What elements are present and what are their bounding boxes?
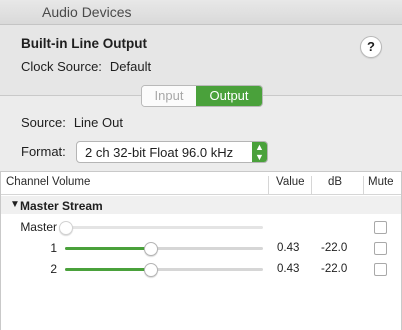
clock-source-label: Clock Source: — [21, 59, 102, 74]
volume-slider[interactable] — [65, 242, 263, 256]
table-row: Master — [1, 217, 401, 237]
channel-db: -22.0 — [321, 242, 348, 254]
table-header: Channel Volume Value dB Mute — [1, 172, 401, 195]
help-button[interactable]: ? — [360, 36, 382, 58]
mute-checkbox[interactable] — [374, 263, 387, 276]
group-label: Master Stream — [20, 199, 103, 213]
source-row: Source: Line Out — [21, 115, 131, 130]
channel-db: -22.0 — [321, 263, 348, 275]
column-header-channel-volume[interactable]: Channel Volume — [6, 176, 90, 188]
group-row-master-stream[interactable]: ▼ Master Stream — [1, 196, 401, 214]
volume-slider[interactable] — [65, 263, 263, 277]
channel-name: 2 — [50, 262, 57, 276]
channel-volume-table: Channel Volume Value dB Mute ▼ Master St… — [0, 171, 402, 330]
column-separator — [311, 176, 312, 194]
volume-slider-knob[interactable] — [144, 263, 158, 277]
device-name: Built-in Line Output — [21, 36, 147, 51]
volume-slider-knob[interactable] — [59, 221, 73, 235]
volume-slider-fill — [65, 247, 150, 250]
tab-input[interactable]: Input — [142, 86, 196, 106]
channel-name: Master — [20, 220, 57, 234]
source-label: Source: — [21, 115, 66, 130]
column-separator — [363, 176, 364, 194]
column-header-value[interactable]: Value — [276, 176, 305, 188]
column-separator — [268, 176, 269, 194]
chevron-up-down-icon: ▲ ▼ — [252, 142, 267, 162]
table-row: 2 0.43 -22.0 — [1, 259, 401, 279]
volume-slider-fill — [65, 268, 150, 271]
window-title: Audio Devices — [42, 4, 132, 20]
volume-slider-knob[interactable] — [144, 242, 158, 256]
format-select[interactable]: 2 ch 32-bit Float 96.0 kHz ▲ ▼ — [76, 141, 268, 163]
mute-checkbox[interactable] — [374, 242, 387, 255]
title-bar: Audio Devices — [0, 0, 402, 25]
input-output-segmented-control: Input Output — [141, 85, 263, 107]
column-header-db[interactable]: dB — [328, 176, 342, 188]
mute-checkbox[interactable] — [374, 221, 387, 234]
clock-source: Clock Source: Default — [21, 59, 159, 74]
clock-source-value: Default — [109, 59, 152, 74]
table-row: 1 0.43 -22.0 — [1, 238, 401, 258]
format-label: Format: — [21, 144, 66, 159]
disclosure-triangle-icon[interactable]: ▼ — [10, 199, 20, 210]
column-header-mute[interactable]: Mute — [368, 176, 394, 188]
channel-value: 0.43 — [277, 263, 300, 275]
format-value: 2 ch 32-bit Float 96.0 kHz — [85, 145, 234, 160]
volume-slider[interactable] — [59, 221, 263, 235]
channel-name: 1 — [50, 241, 57, 255]
tab-output[interactable]: Output — [196, 86, 262, 106]
channel-value: 0.43 — [277, 242, 300, 254]
source-value: Line Out — [73, 115, 123, 130]
